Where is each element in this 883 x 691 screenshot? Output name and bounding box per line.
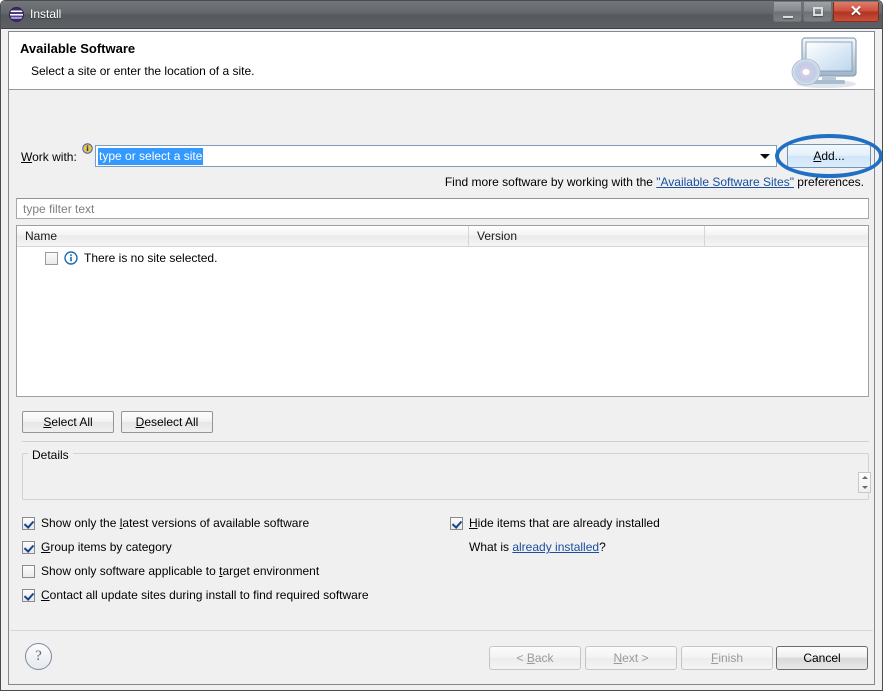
dialog-content: Available Software Select a site or ente…	[8, 31, 882, 685]
column-header-version[interactable]: Version	[469, 226, 705, 246]
monitor-disc-icon	[791, 37, 857, 88]
work-with-info-icon	[82, 143, 93, 154]
option-label: Show only software applicable to target …	[41, 564, 320, 578]
hint-before: Find more software by working with the	[444, 175, 657, 189]
close-icon: ✕	[849, 4, 863, 20]
option-label: Hide items that are already installed	[469, 516, 660, 530]
spinner-updown-icon[interactable]	[858, 472, 871, 493]
select-all-button[interactable]: Select All	[22, 411, 114, 433]
whatis-before: What is	[469, 540, 513, 554]
option-hide-already-installed[interactable]: Hide items that are already installed	[450, 516, 660, 530]
table-header-row: Name Version	[17, 226, 868, 247]
row-name: There is no site selected.	[84, 251, 218, 265]
what-is-already-installed: What is already installed?	[469, 540, 606, 554]
filter-placeholder: type filter text	[23, 201, 95, 216]
maximize-button[interactable]	[803, 2, 832, 22]
already-installed-link[interactable]: already installed	[512, 540, 599, 554]
software-sites-hint: Find more software by working with the "…	[445, 175, 864, 189]
cancel-button[interactable]: Cancel	[776, 646, 868, 670]
checkbox[interactable]	[22, 564, 35, 578]
work-with-label: Work with:	[21, 150, 77, 164]
filter-input[interactable]: type filter text	[16, 198, 869, 219]
close-button[interactable]: ✕	[833, 2, 879, 22]
separator	[22, 441, 869, 442]
option-label: Show only the latest versions of availab…	[41, 516, 310, 530]
option-show-latest-versions[interactable]: Show only the latest versions of availab…	[22, 516, 309, 530]
install-dialog-window: Install ✕ Available Software Select a si…	[0, 0, 883, 691]
dialog-footer: ? < Back Next > Finish Cancel	[10, 630, 873, 683]
title-bar-left: Install	[9, 6, 62, 22]
checkbox[interactable]	[450, 516, 463, 530]
add-button[interactable]: Add...	[787, 144, 871, 168]
available-software-sites-link[interactable]: "Available Software Sites"	[656, 175, 794, 189]
info-icon	[64, 251, 78, 265]
option-label: Contact all update sites during install …	[41, 588, 369, 602]
option-contact-all-update-sites[interactable]: Contact all update sites during install …	[22, 588, 369, 602]
software-table: Name Version There is no site selected.	[16, 225, 869, 397]
minimize-button[interactable]	[773, 2, 802, 22]
work-with-combo[interactable]: type or select a site	[95, 145, 777, 167]
row-checkbox[interactable]	[45, 251, 58, 265]
option-group-by-category[interactable]: Group items by category	[22, 540, 172, 554]
minimize-icon	[774, 2, 801, 21]
checkbox[interactable]	[22, 516, 35, 530]
eclipse-icon	[9, 7, 24, 22]
table-row[interactable]: There is no site selected.	[17, 247, 868, 269]
option-label: Group items by category	[41, 540, 172, 554]
help-icon[interactable]: ?	[25, 643, 52, 670]
back-button[interactable]: < Back	[489, 646, 581, 670]
whatis-after: ?	[599, 540, 606, 554]
option-applicable-target-environment[interactable]: Show only software applicable to target …	[22, 564, 319, 578]
column-header-extra[interactable]	[705, 226, 868, 246]
chevron-down-icon[interactable]	[760, 154, 770, 159]
checkbox[interactable]	[22, 588, 35, 602]
page-subtitle: Select a site or enter the location of a…	[31, 64, 255, 78]
dialog-header: Available Software Select a site or ente…	[9, 32, 874, 90]
maximize-icon	[804, 2, 831, 21]
checkbox[interactable]	[22, 540, 35, 554]
next-button[interactable]: Next >	[585, 646, 677, 670]
finish-button[interactable]: Finish	[681, 646, 773, 670]
column-header-name[interactable]: Name	[17, 226, 469, 246]
deselect-all-button[interactable]: Deselect All	[121, 411, 213, 433]
page-title: Available Software	[20, 41, 136, 56]
details-group	[22, 453, 869, 500]
details-label: Details	[28, 448, 73, 462]
work-with-value: type or select a site	[98, 147, 204, 165]
title-bar: Install ✕	[1, 1, 882, 29]
hint-after: preferences.	[793, 175, 864, 189]
window-title: Install	[30, 6, 62, 21]
window-controls: ✕	[772, 2, 879, 22]
